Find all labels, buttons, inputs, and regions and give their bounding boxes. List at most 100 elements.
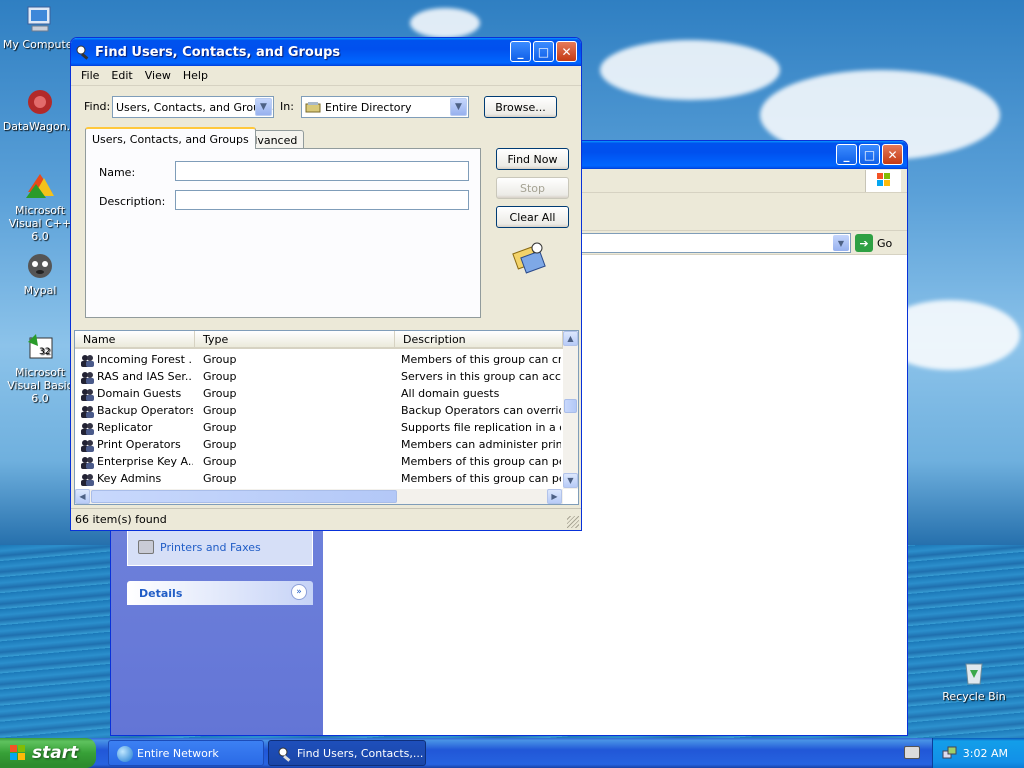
menu-help[interactable]: Help: [177, 69, 214, 82]
printers-faxes-link[interactable]: Printers and Faxes: [138, 540, 261, 554]
table-row[interactable]: Print Operators Group Members can administ…: [75, 436, 563, 453]
vertical-scrollbar[interactable]: ▲ ▼: [563, 331, 578, 489]
find-users-icon: [277, 746, 293, 762]
results-listview[interactable]: Name Type Description Incoming Forest ..…: [74, 330, 579, 505]
desktop-icon-vcpp[interactable]: Microsoft Visual C++ 6.0: [0, 170, 80, 243]
cell-name: Enterprise Key A...: [97, 455, 193, 468]
maximize-button[interactable]: □: [859, 144, 880, 165]
in-label: In:: [280, 100, 294, 113]
taskbar-item-entire-network[interactable]: Entire Network: [108, 740, 264, 766]
desktop-icon-vb[interactable]: 32 Microsoft Visual Basic 6.0: [0, 332, 80, 405]
close-button[interactable]: ✕: [882, 144, 903, 165]
description-label: Description:: [99, 195, 166, 208]
desktop-icon-datawagon[interactable]: DataWagon...: [0, 86, 80, 133]
table-row[interactable]: Backup Operators Group Backup Operators ca…: [75, 402, 563, 419]
scroll-down-icon[interactable]: ▼: [563, 473, 578, 488]
start-button[interactable]: start: [0, 738, 96, 768]
find-dialog-titlebar[interactable]: Find Users, Contacts, and Groups _ □ ✕: [71, 38, 581, 66]
cell-type: Group: [203, 387, 237, 400]
scroll-left-icon[interactable]: ◀: [75, 489, 90, 504]
recycle-bin-icon: [958, 656, 990, 688]
go-button[interactable]: ➔ Go: [855, 234, 892, 252]
status-bar: 66 item(s) found: [71, 508, 581, 530]
address-input[interactable]: ▼: [581, 233, 851, 253]
table-row[interactable]: Replicator Group Supports file replication…: [75, 419, 563, 436]
scroll-up-icon[interactable]: ▲: [563, 331, 578, 346]
cell-description: Supports file replication in a doma: [401, 421, 561, 434]
close-button[interactable]: ✕: [556, 41, 577, 62]
cell-description: Members of this group can perfor: [401, 455, 561, 468]
tab-users-contacts-groups[interactable]: Users, Contacts, and Groups: [85, 127, 256, 149]
menu-file[interactable]: File: [75, 69, 105, 82]
visual-basic-icon: 32: [24, 332, 56, 364]
clear-all-button[interactable]: Clear All: [496, 206, 569, 228]
network-icon: [117, 746, 133, 762]
column-header-type[interactable]: Type: [195, 331, 395, 349]
cell-description: All domain guests: [401, 387, 500, 400]
cell-name: Print Operators: [97, 438, 181, 451]
menu-view[interactable]: View: [139, 69, 177, 82]
cell-description: Servers in this group can access r: [401, 370, 561, 383]
scroll-thumb[interactable]: [91, 490, 397, 503]
find-dialog[interactable]: Find Users, Contacts, and Groups _ □ ✕ F…: [70, 37, 582, 531]
taskbar-item-find-users[interactable]: Find Users, Contacts,...: [268, 740, 426, 766]
group-icon: [80, 387, 95, 402]
network-status-icon[interactable]: [941, 745, 957, 761]
group-icon: [80, 404, 95, 419]
group-icon: [80, 438, 95, 453]
table-row[interactable]: Key Admins Group Members of this group can…: [75, 470, 563, 487]
table-row[interactable]: Incoming Forest ... Group Members of this …: [75, 351, 563, 368]
cell-description: Members of this group can perfor: [401, 472, 561, 485]
find-users-icon: [75, 44, 91, 60]
find-type-select[interactable]: Users, Contacts, and Groups ▼: [112, 96, 274, 118]
minimize-button[interactable]: _: [836, 144, 857, 165]
menubar: File Edit View Help: [71, 66, 581, 86]
cloud: [410, 8, 480, 38]
column-header-description[interactable]: Description: [395, 331, 563, 349]
maximize-button[interactable]: □: [533, 41, 554, 62]
description-input[interactable]: [175, 190, 469, 210]
table-row[interactable]: Domain Guests Group All domain guests: [75, 385, 563, 402]
group-icon: [80, 353, 95, 368]
keyboard-icon[interactable]: [904, 746, 920, 759]
group-icon: [80, 370, 95, 385]
details-label: Details: [139, 587, 183, 600]
desktop-icon-label: Recycle Bin: [942, 690, 1006, 703]
in-scope-select[interactable]: Entire Directory ▼: [301, 96, 469, 118]
horizontal-scrollbar[interactable]: ◀ ▶: [75, 489, 563, 504]
go-label: Go: [877, 236, 893, 250]
cell-type: Group: [203, 438, 237, 451]
windows-logo-icon: [865, 170, 901, 192]
desktop-icon-mypal[interactable]: Mypal: [0, 250, 80, 297]
datawagon-icon: [24, 86, 56, 118]
desktop-icon-my-computer[interactable]: My Computer: [0, 4, 80, 51]
chevron-down-icon[interactable]: ▼: [833, 235, 849, 251]
desktop-icon-recycle-bin[interactable]: Recycle Bin: [934, 656, 1014, 703]
minimize-button[interactable]: _: [510, 41, 531, 62]
browse-button[interactable]: Browse...: [484, 96, 557, 118]
name-input[interactable]: [175, 161, 469, 181]
resize-grip-icon[interactable]: [567, 516, 579, 528]
details-header[interactable]: Details »: [127, 581, 313, 605]
menu-edit[interactable]: Edit: [105, 69, 138, 82]
find-label: Find:: [84, 100, 111, 113]
cell-name: Backup Operators: [97, 404, 193, 417]
cell-type: Group: [203, 421, 237, 434]
expand-chevron-icon[interactable]: »: [291, 584, 307, 600]
chevron-down-icon[interactable]: ▼: [255, 98, 272, 116]
cell-type: Group: [203, 353, 237, 366]
scroll-thumb[interactable]: [564, 399, 577, 413]
printer-icon: [138, 540, 154, 554]
svg-text:32: 32: [39, 347, 50, 357]
column-header-name[interactable]: Name: [75, 331, 195, 349]
desktop-icon-label: DataWagon...: [2, 120, 78, 133]
other-places-panel: Printers and Faxes: [127, 530, 313, 566]
scroll-right-icon[interactable]: ▶: [547, 489, 562, 504]
cell-type: Group: [203, 370, 237, 383]
table-row[interactable]: Enterprise Key A... Group Members of this …: [75, 453, 563, 470]
chevron-down-icon[interactable]: ▼: [450, 98, 467, 116]
search-animation-icon: [511, 240, 547, 274]
cell-type: Group: [203, 455, 237, 468]
table-row[interactable]: RAS and IAS Ser... Group Servers in this g…: [75, 368, 563, 385]
find-now-button[interactable]: Find Now: [496, 148, 569, 170]
